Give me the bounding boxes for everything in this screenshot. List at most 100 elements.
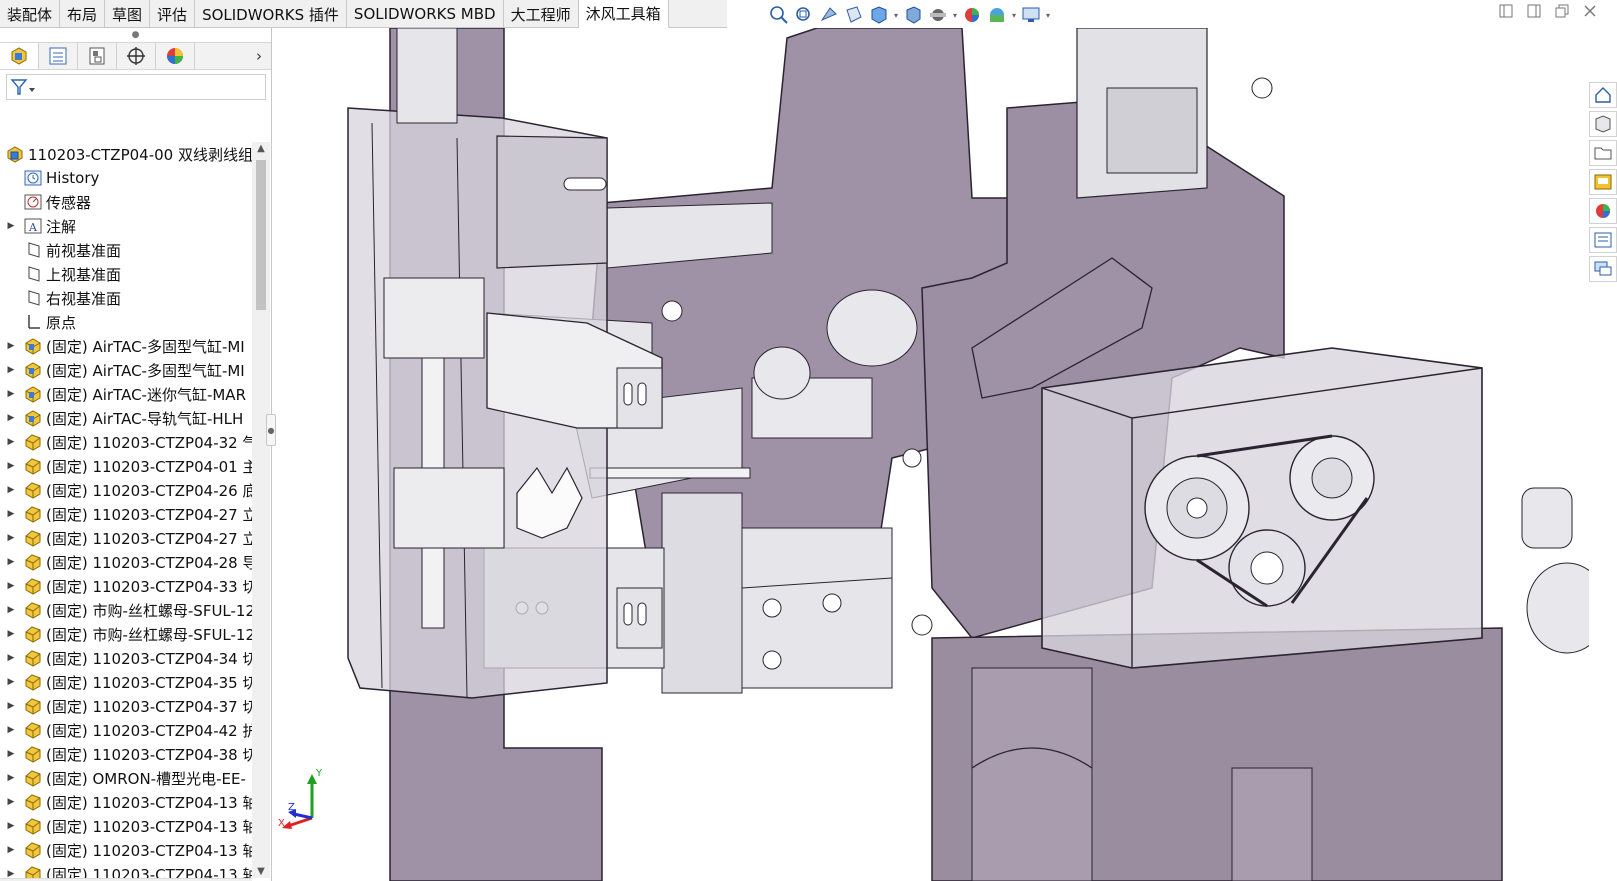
appearances-scenes-tab[interactable] [1589,198,1617,224]
tree-item[interactable]: ▶ (固定) 110203-CTZP04-32 气 [0,430,252,454]
panel-grip-icon[interactable]: ● [0,28,271,42]
tree-item[interactable]: ▶ (固定) AirTAC-多固型气缸-MI [0,358,252,382]
tree-item[interactable]: ▶ (固定) 110203-CTZP04-33 切 [0,574,252,598]
close-window-icon[interactable] [1583,4,1597,18]
expand-arrow-icon[interactable]: ▶ [0,221,22,231]
tree-item[interactable]: ▶ (固定) AirTAC-迷你气缸-MAR [0,382,252,406]
tree-item[interactable]: ▶ (固定) 110203-CTZP04-27 立 [0,502,252,526]
display-style-icon[interactable] [902,4,924,26]
tree-item[interactable]: ▶上视基准面 [0,262,252,286]
tree-item[interactable]: ▶ (固定) 110203-CTZP04-13 轴 [0,862,252,878]
tree-item[interactable]: ▶ (固定) 110203-CTZP04-42 护 [0,718,252,742]
expand-arrow-icon[interactable]: ▶ [0,677,22,687]
hide-show-icon[interactable] [927,4,949,26]
expand-arrow-icon[interactable]: ▶ [0,869,22,878]
tree-root-assembly[interactable]: 110203-CTZP04-00 双线剥线组件 [0,142,252,166]
previous-view-icon[interactable] [818,4,840,26]
tree-item[interactable]: ▶原点 [0,310,252,334]
custom-properties-tab[interactable] [1589,227,1617,253]
tree-item[interactable]: ▶ (固定) 110203-CTZP04-37 切 [0,694,252,718]
tree-vertical-scrollbar[interactable]: ▲ ▼ [252,142,270,878]
panel-splitter-handle[interactable]: ● [266,414,276,446]
command-tab-6[interactable]: 大工程师 [504,0,579,28]
view-palette-tab[interactable] [1589,169,1617,195]
tree-item[interactable]: ▶右视基准面 [0,286,252,310]
tile-right-icon[interactable] [1527,4,1541,18]
tree-item[interactable]: ▶ (固定) 110203-CTZP04-13 轴 [0,790,252,814]
command-tab-5[interactable]: SOLIDWORKS MBD [347,0,504,28]
zoom-area-icon[interactable] [793,4,815,26]
command-tab-2[interactable]: 草图 [105,0,151,28]
expand-arrow-icon[interactable]: ▶ [0,797,22,807]
tree-item[interactable]: ▶ (固定) 110203-CTZP04-35 切 [0,670,252,694]
filter-icon[interactable] [10,78,36,96]
view-orientation-icon[interactable] [868,4,890,26]
tree-item[interactable]: ▶ (固定) 110203-CTZP04-34 切 [0,646,252,670]
tree-item[interactable]: ▶ A 注解 [0,214,252,238]
dimxpert-tab[interactable] [117,43,156,69]
scroll-up-icon[interactable]: ▲ [252,143,270,154]
tree-item[interactable]: ▶ (固定) OMRON-槽型光电-EE- [0,766,252,790]
expand-arrow-icon[interactable]: ▶ [0,485,22,495]
expand-arrow-icon[interactable]: ▶ [0,701,22,711]
tree-item[interactable]: ▶ (固定) AirTAC-导轨气缸-HLH [0,406,252,430]
expand-arrow-icon[interactable]: ▶ [0,341,22,351]
tree-item[interactable]: ▶ (固定) 110203-CTZP04-38 切 [0,742,252,766]
tree-scroll-thumb[interactable] [256,160,266,310]
tree-item[interactable]: ▶ (固定) 110203-CTZP04-26 底 [0,478,252,502]
restore-window-icon[interactable] [1555,4,1569,18]
tree-item[interactable]: ▶传感器 [0,190,252,214]
section-view-icon[interactable] [843,4,865,26]
feature-manager-tab[interactable] [0,43,39,69]
command-tab-0[interactable]: 装配体 [0,0,61,28]
tree-item[interactable]: ▶ (固定) 110203-CTZP04-13 轴 [0,838,252,862]
expand-arrow-icon[interactable]: ▶ [0,629,22,639]
tree-filter-input[interactable] [6,74,266,100]
configuration-manager-tab[interactable] [78,43,117,69]
property-manager-tab[interactable] [39,43,78,69]
dropdown-arrow-icon[interactable]: ▾ [952,11,958,20]
tree-item[interactable]: ▶History [0,166,252,190]
tree-item[interactable]: ▶前视基准面 [0,238,252,262]
expand-arrow-icon[interactable]: ▶ [0,581,22,591]
zoom-to-fit-icon[interactable] [768,4,790,26]
expand-arrow-icon[interactable]: ▶ [0,533,22,543]
expand-arrow-icon[interactable]: ▶ [0,653,22,663]
dropdown-arrow-icon[interactable]: ▾ [1045,11,1051,20]
assembly-model-view[interactable] [272,27,1608,881]
dropdown-arrow-icon[interactable]: ▾ [893,11,899,20]
expand-arrow-icon[interactable]: ▶ [0,389,22,399]
expand-arrow-icon[interactable]: ▶ [0,725,22,735]
expand-arrow-icon[interactable]: ▶ [0,557,22,567]
view-settings-icon[interactable] [1020,4,1042,26]
expand-arrow-icon[interactable]: ▶ [0,749,22,759]
solidworks-resources-tab[interactable] [1589,82,1617,108]
tree-item[interactable]: ▶ (固定) 市购-丝杠螺母-SFUL-12 [0,598,252,622]
expand-arrow-icon[interactable]: ▶ [0,845,22,855]
tree-item[interactable]: ▶ (固定) 市购-丝杠螺母-SFUL-12 [0,622,252,646]
tree-item[interactable]: ▶ (固定) 110203-CTZP04-01 主 [0,454,252,478]
graphics-viewport[interactable] [272,27,1608,881]
expand-arrow-icon[interactable]: ▶ [0,413,22,423]
tree-item[interactable]: ▶ (固定) 110203-CTZP04-13 轴 [0,814,252,838]
expand-arrow-icon[interactable]: ▶ [0,365,22,375]
design-library-tab[interactable] [1589,111,1617,137]
expand-arrow-icon[interactable]: ▶ [0,461,22,471]
tree-item[interactable]: ▶ (固定) 110203-CTZP04-27 立 [0,526,252,550]
scroll-down-icon[interactable]: ▼ [252,866,270,877]
command-tab-3[interactable]: 评估 [150,0,196,28]
tile-left-icon[interactable] [1499,4,1513,18]
dropdown-arrow-icon[interactable]: ▾ [1011,11,1017,20]
panel-tabs-more-icon[interactable]: › [247,47,271,65]
command-tab-7[interactable]: 沐风工具箱 [578,0,669,28]
tree-item[interactable]: ▶ (固定) 110203-CTZP04-28 导 [0,550,252,574]
expand-arrow-icon[interactable]: ▶ [0,773,22,783]
expand-arrow-icon[interactable]: ▶ [0,509,22,519]
file-explorer-tab[interactable] [1589,140,1617,166]
display-manager-tab[interactable] [156,43,195,69]
forum-tab[interactable] [1589,256,1617,282]
tree-item[interactable]: ▶ (固定) AirTAC-多固型气缸-MI [0,334,252,358]
expand-arrow-icon[interactable]: ▶ [0,605,22,615]
apply-scene-icon[interactable] [986,4,1008,26]
edit-appearance-icon[interactable] [961,4,983,26]
